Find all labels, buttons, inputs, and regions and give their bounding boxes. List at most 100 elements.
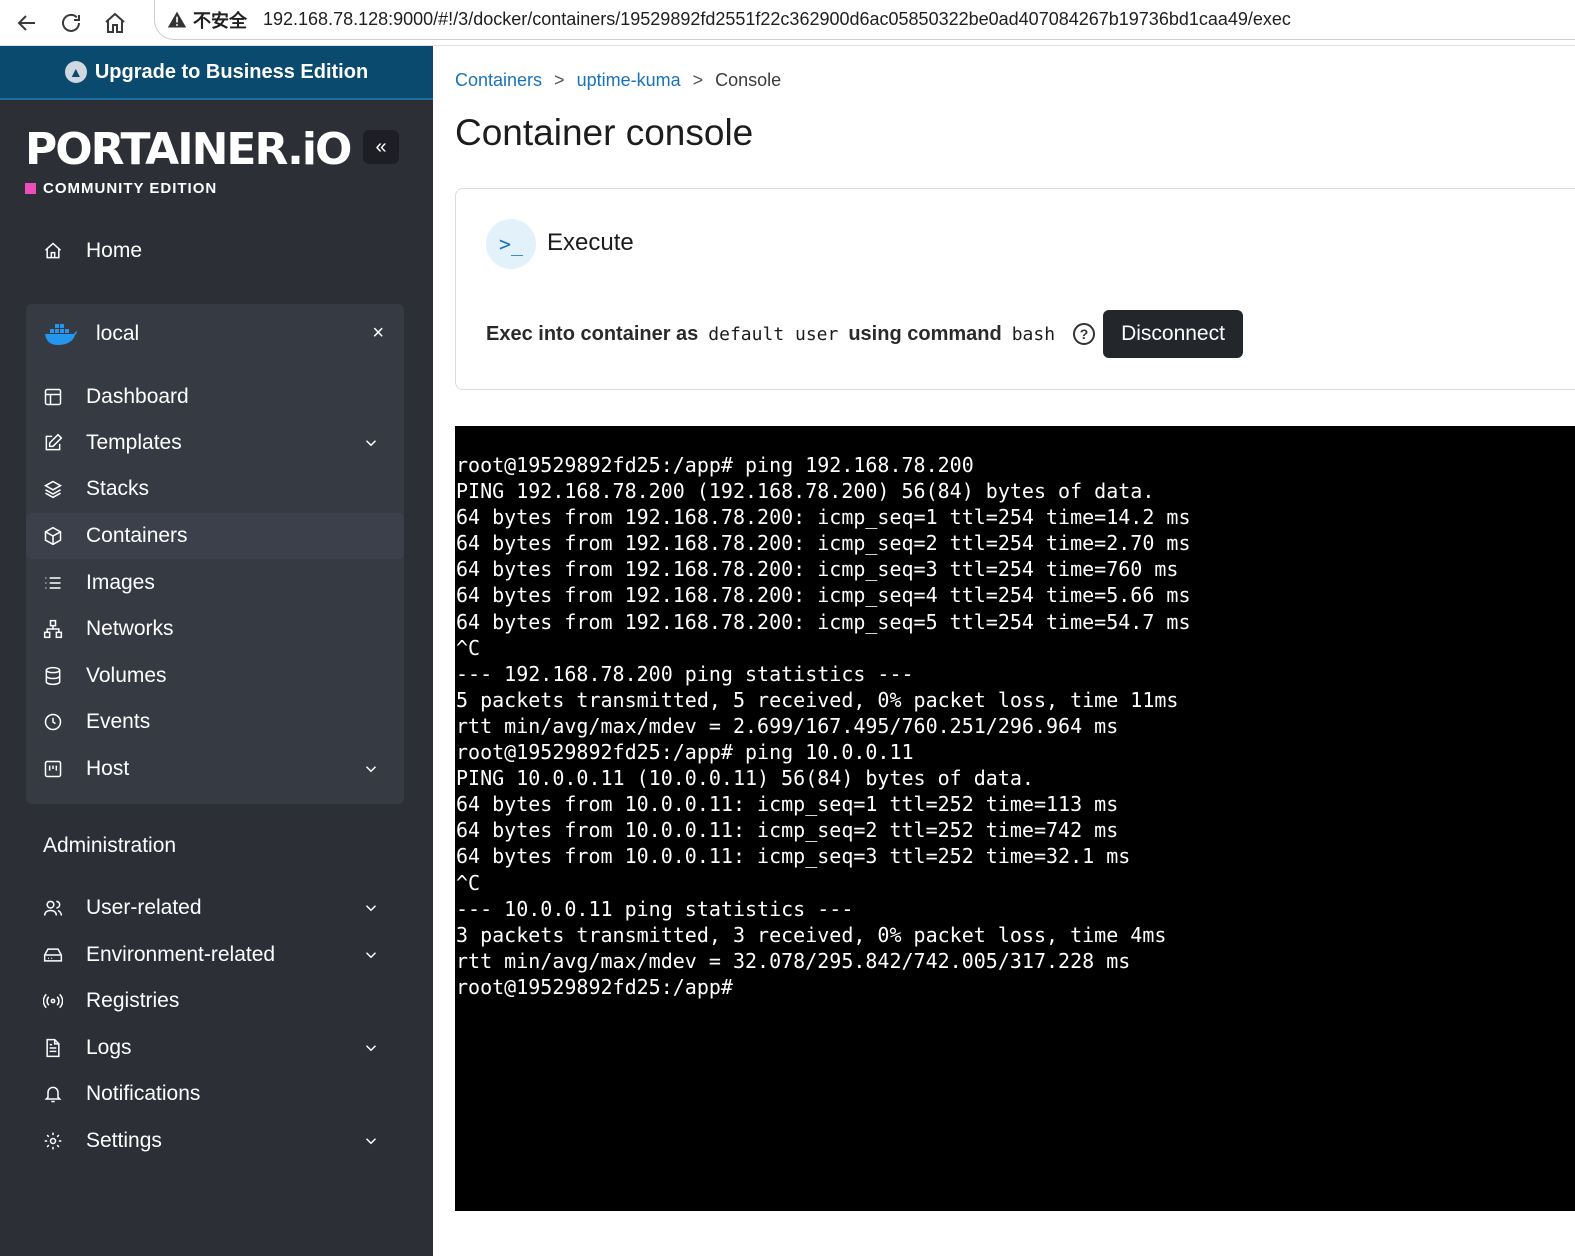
upgrade-banner[interactable]: ▲ Upgrade to Business Edition: [0, 46, 433, 100]
terminal-line: rtt min/avg/max/mdev = 2.699/167.495/760…: [456, 713, 1119, 738]
chevron-down-icon[interactable]: [362, 899, 380, 917]
administration-heading: Administration: [43, 834, 177, 857]
terminal-line: ^C: [456, 635, 481, 660]
back-icon[interactable]: [10, 6, 44, 40]
chevron-down-icon[interactable]: [362, 1132, 380, 1150]
breadcrumb-container-name[interactable]: uptime-kuma: [577, 70, 681, 91]
sidebar-item-home[interactable]: Home: [26, 228, 404, 274]
layers-icon: [42, 478, 64, 500]
breadcrumb-separator: >: [692, 70, 704, 90]
exec-text-prefix: Exec into container as: [486, 322, 699, 345]
exec-command: bash: [1011, 323, 1056, 345]
terminal-console[interactable]: root@19529892fd25:/app# ping 192.168.78.…: [455, 426, 1575, 1211]
database-icon: [42, 665, 64, 687]
chevron-down-icon[interactable]: [362, 1039, 380, 1057]
breadcrumb-separator: >: [554, 70, 565, 90]
terminal-line: root@19529892fd25:/app# ping 192.168.78.…: [456, 453, 974, 477]
terminal-line: 64 bytes from 192.168.78.200: icmp_seq=1…: [456, 505, 1191, 530]
sidebar-item-label: Templates: [86, 431, 182, 454]
exec-text-mid: using command: [848, 322, 1002, 345]
logo-text: PORTAINER.iO: [25, 124, 352, 175]
url-text[interactable]: 192.168.78.128:9000/#!/3/docker/containe…: [263, 9, 1291, 30]
terminal-line: 64 bytes from 10.0.0.11: icmp_seq=3 ttl=…: [456, 844, 1131, 869]
terminal-line: rtt min/avg/max/mdev = 32.078/295.842/74…: [456, 948, 1131, 973]
sidebar-item-volumes[interactable]: Volumes: [26, 653, 404, 699]
terminal-line: PING 10.0.0.11 (10.0.0.11) 56(84) bytes …: [456, 766, 1034, 791]
home-icon[interactable]: [98, 6, 132, 40]
sidebar-item-images[interactable]: Images: [26, 560, 404, 606]
sidebar-item-label: Environment-related: [86, 943, 276, 966]
sidebar-item-containers[interactable]: Containers: [26, 513, 404, 559]
portainer-logo[interactable]: PORTAINER.iO COMMUNITY EDITION: [25, 126, 405, 206]
sidebar: ▲ Upgrade to Business Edition PORTAINER.…: [0, 46, 433, 1256]
sidebar-item-label: Home: [86, 239, 143, 262]
list-icon: [42, 572, 64, 594]
sidebar-item-label: Networks: [86, 617, 174, 640]
terminal-line: 64 bytes from 192.168.78.200: icmp_seq=5…: [456, 609, 1191, 634]
reload-icon[interactable]: [54, 6, 88, 40]
sidebar-item-label: Images: [86, 571, 155, 594]
exec-user: default user: [708, 323, 839, 345]
home-icon: [42, 240, 64, 262]
terminal-line: PING 192.168.78.200 (192.168.78.200) 56(…: [456, 479, 1155, 504]
main-content: Containers > uptime-kuma > Console Conta…: [433, 46, 1575, 1256]
environment-header[interactable]: local ×: [26, 308, 404, 360]
sidebar-item-label: Settings: [86, 1129, 162, 1152]
terminal-line: ^C: [456, 870, 481, 895]
sidebar-item-label: Dashboard: [86, 385, 189, 408]
users-icon: [42, 897, 64, 919]
edit-icon: [42, 432, 64, 454]
sidebar-item-networks[interactable]: Networks: [26, 606, 404, 652]
sidebar-item-label: Stacks: [86, 477, 150, 500]
sidebar-item-registries[interactable]: Registries: [26, 978, 404, 1024]
terminal-line: 64 bytes from 192.168.78.200: icmp_seq=3…: [456, 557, 1179, 582]
terminal-line: 64 bytes from 192.168.78.200: icmp_seq=2…: [456, 531, 1191, 556]
breadcrumb-current: Console: [715, 70, 782, 90]
docker-icon: [45, 324, 77, 345]
sidebar-item-notifications[interactable]: Notifications: [26, 1071, 404, 1117]
sidebar-item-environment-related[interactable]: Environment-related: [26, 932, 404, 978]
terminal-line: root@19529892fd25:/app# ping 10.0.0.11: [456, 740, 914, 765]
chevron-down-icon[interactable]: [362, 434, 380, 452]
dashboard-icon: [42, 386, 64, 408]
address-bar[interactable]: 不安全 192.168.78.128:9000/#!/3/docker/cont…: [154, 0, 1575, 40]
chevron-down-icon[interactable]: [362, 946, 380, 964]
sidebar-item-label: Host: [86, 757, 130, 780]
radio-icon: [42, 990, 64, 1012]
sidebar-item-logs[interactable]: Logs: [26, 1025, 404, 1071]
close-environment-icon[interactable]: ×: [372, 322, 384, 345]
upgrade-arrow-icon: ▲: [64, 61, 87, 83]
sidebar-item-host[interactable]: Host: [26, 746, 404, 792]
breadcrumb-containers[interactable]: Containers: [455, 70, 542, 91]
sidebar-item-user-related[interactable]: User-related: [26, 885, 404, 931]
sidebar-item-dashboard[interactable]: Dashboard: [26, 374, 404, 420]
terminal-line: 64 bytes from 10.0.0.11: icmp_seq=2 ttl=…: [456, 818, 1119, 843]
chevron-down-icon[interactable]: [362, 760, 380, 778]
clock-icon: [42, 711, 64, 733]
sidebar-item-templates[interactable]: Templates: [26, 420, 404, 466]
logo-edition: COMMUNITY EDITION: [43, 180, 218, 197]
warning-icon: [167, 11, 187, 27]
terminal-line: 64 bytes from 192.168.78.200: icmp_seq=4…: [456, 583, 1191, 608]
sidebar-item-label: Logs: [86, 1036, 132, 1059]
terminal-line: root@19529892fd25:/app#: [456, 974, 745, 999]
help-icon[interactable]: ?: [1073, 323, 1096, 345]
sidebar-item-stacks[interactable]: Stacks: [26, 466, 404, 512]
terminal-icon: >_: [486, 219, 536, 269]
sidebar-item-label: Registries: [86, 989, 180, 1012]
sidebar-item-events[interactable]: Events: [26, 699, 404, 745]
sidebar-item-label: Volumes: [86, 664, 167, 687]
sidebar-item-label: Events: [86, 710, 151, 733]
disconnect-button[interactable]: Disconnect: [1103, 310, 1243, 358]
terminal-line: --- 192.168.78.200 ping statistics ---: [456, 661, 914, 686]
sidebar-item-label: Notifications: [86, 1082, 201, 1105]
exec-description: Exec into container as default user usin…: [486, 310, 1243, 358]
collapse-sidebar-button[interactable]: «: [363, 130, 399, 164]
box-icon: [42, 525, 64, 547]
sidebar-item-settings[interactable]: Settings: [26, 1118, 404, 1164]
edition-marker-icon: [25, 183, 36, 194]
terminal-line: 5 packets transmitted, 5 received, 0% pa…: [456, 687, 1179, 712]
execute-panel: >_ Execute Exec into container as defaul…: [455, 188, 1575, 390]
execute-title: Execute: [547, 229, 634, 256]
bell-icon: [42, 1083, 64, 1105]
